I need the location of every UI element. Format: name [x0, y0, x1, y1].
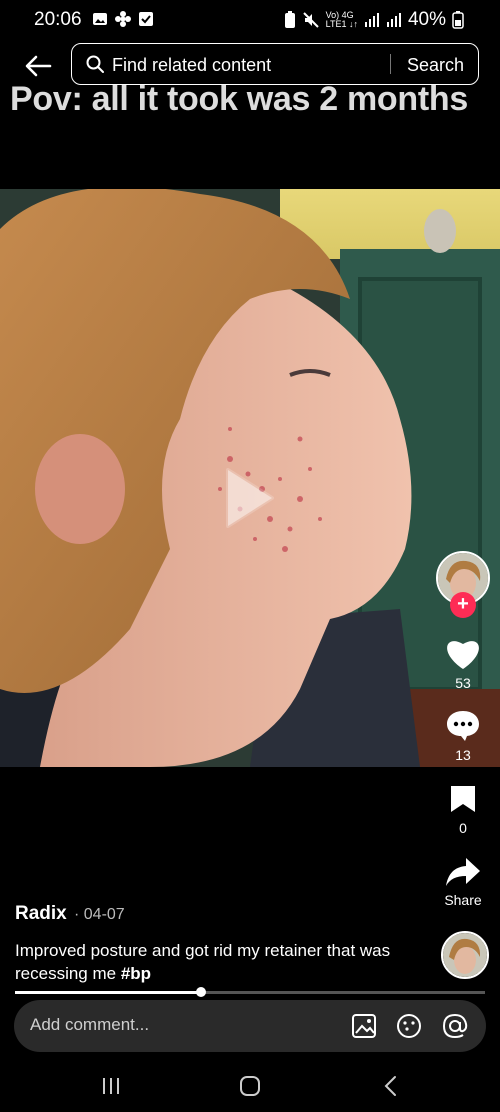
- image-icon[interactable]: [350, 1012, 378, 1040]
- progress-fill: [15, 991, 201, 994]
- battery-percent: 40%: [407, 9, 446, 30]
- network-type: Vo) 4G LTE1 ↓↑: [325, 10, 358, 29]
- home-icon[interactable]: [236, 1072, 264, 1100]
- status-bar: 20:06 Vo) 4G LTE1 ↓↑ 40%: [0, 0, 500, 40]
- like-count: 53: [455, 675, 471, 691]
- nav-back-icon[interactable]: [377, 1072, 405, 1100]
- checkbox-icon: [139, 12, 153, 26]
- comment-icon: [447, 711, 479, 741]
- hashtag-link[interactable]: #bp: [121, 964, 151, 983]
- bookmark-icon: [451, 786, 475, 812]
- signal-icon: [386, 13, 401, 27]
- comment-input-bar[interactable]: Add comment...: [14, 1000, 486, 1052]
- description-text: Improved posture and got rid my retainer…: [15, 941, 391, 983]
- recent-apps-icon[interactable]: [97, 1072, 125, 1100]
- post-description: Improved posture and got rid my retainer…: [15, 939, 415, 985]
- search-button[interactable]: Search: [407, 55, 464, 76]
- flower-icon: [115, 11, 131, 27]
- author-name[interactable]: Radix: [15, 903, 67, 925]
- system-nav-bar: [0, 1060, 500, 1112]
- search-input[interactable]: Find related content: [112, 55, 271, 76]
- search-icon: [86, 55, 104, 73]
- gallery-icon: [93, 13, 107, 25]
- share-arrow-icon: [446, 858, 480, 886]
- save-button[interactable]: 0: [436, 784, 490, 836]
- emoji-icon[interactable]: [395, 1012, 423, 1040]
- mute-icon: [302, 12, 319, 28]
- status-right: Vo) 4G LTE1 ↓↑ 40%: [284, 9, 464, 31]
- search-bar[interactable]: Find related content Search: [71, 43, 479, 85]
- share-button[interactable]: Share: [436, 856, 490, 908]
- battery-icon: [452, 11, 464, 29]
- battery-saver-icon: [284, 11, 295, 28]
- sound-avatar[interactable]: [441, 931, 489, 979]
- signal-icon: [364, 13, 379, 27]
- avatar-image: [443, 933, 487, 977]
- comment-button[interactable]: 13: [436, 709, 490, 763]
- follow-button[interactable]: +: [450, 592, 476, 618]
- status-left-icons: [92, 11, 154, 27]
- heart-icon: [447, 641, 479, 669]
- like-button[interactable]: 53: [436, 636, 490, 691]
- save-count: 0: [459, 820, 467, 836]
- progress-handle[interactable]: [196, 987, 206, 997]
- back-arrow-icon[interactable]: [22, 50, 54, 82]
- share-label: Share: [444, 892, 482, 908]
- comment-input[interactable]: Add comment...: [30, 1015, 149, 1035]
- post-date: · 04-07: [74, 906, 125, 923]
- play-icon[interactable]: [224, 466, 276, 530]
- comment-count: 13: [455, 747, 471, 763]
- video-caption: Pov: all it took was 2 months: [10, 80, 468, 118]
- mention-icon[interactable]: [441, 1012, 469, 1040]
- status-time: 20:06: [34, 9, 82, 30]
- search-divider: [390, 54, 391, 74]
